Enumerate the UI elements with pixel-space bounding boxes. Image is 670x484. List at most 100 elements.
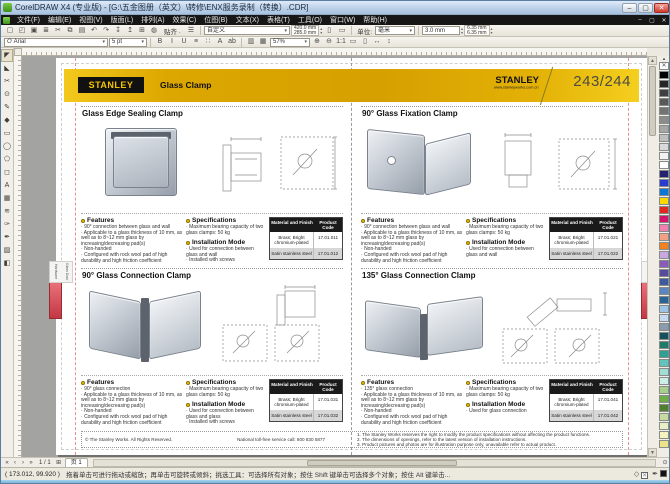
vertical-scrollbar[interactable]: ▲ ▼ bbox=[647, 56, 657, 457]
color-swatch[interactable] bbox=[659, 440, 669, 448]
menu-item[interactable]: 帮助(H) bbox=[359, 15, 391, 25]
guideline[interactable] bbox=[628, 58, 629, 455]
landscape-icon[interactable]: ▭ bbox=[336, 26, 348, 36]
snap-menu[interactable]: 贴齐 · bbox=[161, 26, 184, 36]
last-page-button[interactable]: » bbox=[27, 460, 35, 466]
scroll-up-icon[interactable]: ▲ bbox=[648, 56, 657, 65]
color-swatch[interactable] bbox=[659, 170, 669, 178]
color-swatch[interactable] bbox=[659, 197, 669, 205]
color-swatch[interactable] bbox=[659, 413, 669, 421]
paper-preset-combo[interactable]: 自定义▾ bbox=[204, 26, 290, 35]
save-icon[interactable]: ▣ bbox=[28, 26, 40, 36]
color-swatch[interactable] bbox=[659, 377, 669, 385]
duplicate-y-field[interactable]: 6.35 mm bbox=[467, 31, 486, 36]
vertical-ruler[interactable] bbox=[14, 56, 22, 457]
zoom-corner-icon[interactable]: ⊙ bbox=[661, 459, 669, 466]
new-icon[interactable]: ▢ bbox=[4, 26, 16, 36]
maximize-button[interactable]: ▢ bbox=[638, 3, 653, 13]
minimize-button[interactable]: – bbox=[622, 3, 637, 13]
portrait-icon[interactable]: ▯ bbox=[323, 26, 335, 36]
guideline[interactable] bbox=[75, 58, 76, 455]
color-swatch[interactable] bbox=[659, 107, 669, 115]
app-launcher-icon[interactable]: ⊞ bbox=[136, 26, 148, 36]
text-tool[interactable]: A bbox=[1, 179, 13, 192]
zoom-tool[interactable]: ⊙ bbox=[1, 88, 13, 101]
title-bar[interactable]: CorelDRAW X4 (专业版) - [G:\五金图册（英文）\转修\ENX… bbox=[1, 1, 670, 15]
drawing-canvas[interactable]: STANLEY Glass Clamp STANLEY www.stanleyw… bbox=[22, 56, 647, 457]
drop-cap-icon[interactable]: A bbox=[214, 37, 226, 47]
edit-text-icon[interactable]: ab bbox=[226, 37, 238, 47]
color-swatch[interactable] bbox=[659, 89, 669, 97]
print-icon[interactable]: ≣ bbox=[40, 26, 52, 36]
paper-height-field[interactable]: 285.0 mm bbox=[294, 31, 316, 36]
options-icon[interactable]: ☰ bbox=[185, 26, 197, 36]
paste-icon[interactable]: ▤ bbox=[76, 26, 88, 36]
color-swatch[interactable] bbox=[659, 260, 669, 268]
color-swatch[interactable] bbox=[659, 116, 669, 124]
color-swatch[interactable] bbox=[659, 251, 669, 259]
basic-shapes-tool[interactable]: ◻ bbox=[1, 166, 13, 179]
color-swatch[interactable] bbox=[659, 305, 669, 313]
cut-icon[interactable]: ✂ bbox=[52, 26, 64, 36]
underline-button[interactable]: U bbox=[178, 37, 190, 47]
paper-size-stepper[interactable]: ▴▾ bbox=[320, 27, 322, 35]
font-size-combo[interactable]: 5 pt▾ bbox=[109, 38, 147, 47]
polygon-tool[interactable]: ⬠ bbox=[1, 153, 13, 166]
close-button[interactable]: ✕ bbox=[654, 3, 669, 13]
color-swatch[interactable] bbox=[659, 224, 669, 232]
doc-restore-button[interactable]: ▢ bbox=[647, 17, 657, 24]
import-icon[interactable]: ↧ bbox=[112, 26, 124, 36]
color-swatch[interactable] bbox=[659, 368, 669, 376]
color-swatch[interactable] bbox=[659, 161, 669, 169]
catalog-page-spread[interactable]: STANLEY Glass Clamp STANLEY www.stanleyw… bbox=[56, 58, 647, 455]
zoom-actual-icon[interactable]: 1:1 bbox=[335, 37, 347, 47]
no-color-swatch[interactable]: ✕ bbox=[659, 62, 669, 70]
table-tool[interactable]: ▦ bbox=[1, 192, 13, 205]
menu-item[interactable]: 排列(A) bbox=[137, 15, 168, 25]
paper-size-fields[interactable]: 420.0 mm 285.0 mm bbox=[291, 25, 319, 36]
color-swatch[interactable] bbox=[659, 152, 669, 160]
fill-indicator[interactable]: ◇ ✕ bbox=[634, 470, 648, 479]
redo-icon[interactable]: ↷ bbox=[100, 26, 112, 36]
nudge-stepper[interactable]: ▴▾ bbox=[461, 27, 463, 35]
color-swatch[interactable] bbox=[659, 332, 669, 340]
scroll-down-icon[interactable]: ▼ bbox=[648, 448, 657, 457]
color-swatch[interactable] bbox=[659, 386, 669, 394]
color-swatch[interactable] bbox=[659, 341, 669, 349]
menu-item[interactable]: 效果(C) bbox=[169, 15, 201, 25]
units-combo[interactable]: 毫米▾ bbox=[375, 26, 415, 35]
eyedropper-tool[interactable]: ✑ bbox=[1, 218, 13, 231]
zoom-width-icon[interactable]: ↔ bbox=[371, 37, 383, 47]
color-swatch[interactable] bbox=[659, 71, 669, 79]
menu-item[interactable]: 版面(L) bbox=[107, 15, 138, 25]
menu-item[interactable]: 位图(B) bbox=[200, 15, 231, 25]
ruler-origin-box[interactable] bbox=[14, 48, 22, 56]
open-icon[interactable]: ◰ bbox=[16, 26, 28, 36]
crop-tool[interactable]: ✂ bbox=[1, 75, 13, 88]
smart-fill-tool[interactable]: ◆ bbox=[1, 114, 13, 127]
bold-button[interactable]: B bbox=[154, 37, 166, 47]
add-page-icon[interactable]: ⊞ bbox=[55, 459, 63, 466]
ellipse-tool[interactable]: ◯ bbox=[1, 140, 13, 153]
menu-item[interactable]: 窗口(W) bbox=[326, 15, 359, 25]
single-page-view-icon[interactable]: ▥ bbox=[245, 37, 257, 47]
menu-item[interactable]: 文本(X) bbox=[232, 15, 263, 25]
zoom-selection-icon[interactable]: ▭ bbox=[347, 37, 359, 47]
freehand-tool[interactable]: ✎ bbox=[1, 101, 13, 114]
blend-tool[interactable]: ≋ bbox=[1, 205, 13, 218]
first-page-button[interactable]: « bbox=[3, 460, 11, 466]
color-swatch[interactable] bbox=[659, 188, 669, 196]
duplicate-distance-fields[interactable]: 6.35 mm 6.35 mm bbox=[464, 25, 489, 36]
alignment-icon[interactable]: ≡ bbox=[190, 37, 202, 47]
color-swatch[interactable] bbox=[659, 287, 669, 295]
fill-tool[interactable]: ▨ bbox=[1, 244, 13, 257]
bullet-list-icon[interactable]: ∷ bbox=[202, 37, 214, 47]
color-swatch[interactable] bbox=[659, 404, 669, 412]
outline-indicator[interactable]: ✒ bbox=[652, 470, 667, 478]
pick-tool[interactable]: ◤ bbox=[1, 49, 13, 62]
color-swatch[interactable] bbox=[659, 314, 669, 322]
color-swatch[interactable] bbox=[659, 242, 669, 250]
horizontal-ruler[interactable] bbox=[22, 48, 647, 56]
zoom-page-icon[interactable]: ▯ bbox=[359, 37, 371, 47]
doc-close-button[interactable]: ✕ bbox=[659, 17, 669, 24]
